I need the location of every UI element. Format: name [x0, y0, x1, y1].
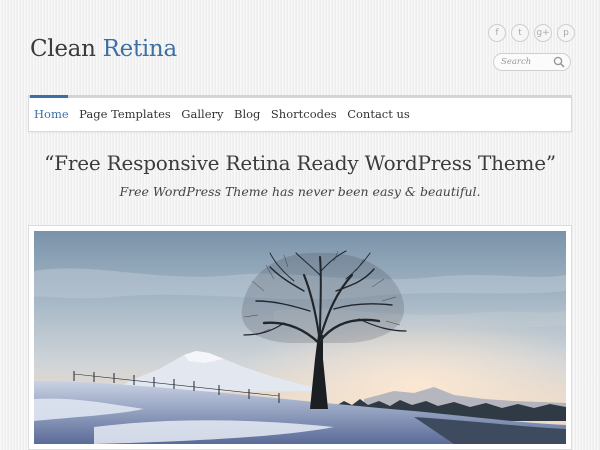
nav-item-home[interactable]: Home: [34, 107, 69, 121]
featured-image-winter-tree: [34, 231, 566, 444]
google-plus-icon[interactable]: g+: [534, 24, 552, 42]
logo-text-clean: Clean: [30, 36, 96, 62]
facebook-icon[interactable]: f: [488, 24, 506, 42]
nav-item-contact-us[interactable]: Contact us: [347, 107, 410, 121]
nav-item-gallery[interactable]: Gallery: [181, 107, 223, 121]
nav-item-page-templates[interactable]: Page Templates: [79, 107, 171, 121]
nav-item-shortcodes[interactable]: Shortcodes: [271, 107, 337, 121]
logo-text-retina: Retina: [102, 36, 178, 62]
active-indicator: [30, 95, 68, 98]
search-input[interactable]: Search: [493, 53, 571, 71]
hero-tagline: Free WordPress Theme has never been easy…: [119, 184, 481, 199]
search-icon[interactable]: [552, 55, 566, 69]
hero-headline: “Free Responsive Retina Ready WordPress …: [44, 151, 556, 175]
nav-item-blog[interactable]: Blog: [234, 107, 260, 121]
pinterest-icon[interactable]: p: [557, 24, 575, 42]
social-links: f t g+ p: [488, 24, 575, 42]
search-placeholder: Search: [501, 57, 532, 67]
site-logo[interactable]: Clean Retina: [30, 36, 177, 62]
main-navigation: Home Page Templates Gallery Blog Shortco…: [28, 95, 572, 132]
twitter-icon[interactable]: t: [511, 24, 529, 42]
